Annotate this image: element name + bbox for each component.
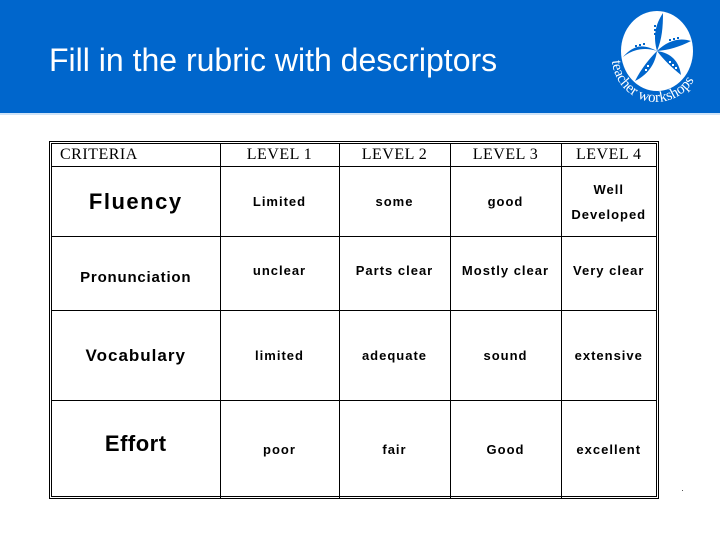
header-divider — [0, 113, 720, 115]
table-row: Pronunciation unclear Parts clear Mostly… — [52, 236, 656, 311]
descriptor-cell: limited — [219, 310, 340, 401]
descriptor-cell: Very clear — [560, 236, 656, 311]
slide-header: Fill in the rubric with descriptors teac… — [0, 0, 720, 113]
criterion-cell: Pronunciation — [52, 236, 221, 311]
descriptor-cell: unclear — [219, 236, 340, 311]
descriptor-cell: Limited — [219, 166, 340, 237]
header-level-3: LEVEL 3 — [449, 144, 562, 167]
stray-dot — [682, 490, 683, 491]
descriptor-cell: sound — [449, 310, 562, 401]
header-level-4: LEVEL 4 — [560, 144, 656, 167]
descriptor-cell: Mostly clear — [449, 236, 562, 311]
criterion-cell: Fluency — [52, 166, 221, 237]
header-criteria: CRITERIA — [52, 144, 221, 167]
table-row: Vocabulary limited adequate sound extens… — [52, 310, 656, 401]
table-row: Fluency Limited some good Well Developed — [52, 166, 656, 237]
table-row: Effort poor fair Good excellent — [52, 400, 656, 498]
starfish-logo-icon: teacher workshops — [608, 11, 698, 106]
descriptor-cell: poor — [219, 400, 340, 498]
descriptor-cell: some — [338, 166, 451, 237]
rubric-table: CRITERIA LEVEL 1 LEVEL 2 LEVEL 3 LEVEL 4… — [52, 144, 656, 498]
criterion-cell: Effort — [52, 400, 221, 498]
descriptor-cell: good — [449, 166, 562, 237]
rubric-table-frame: CRITERIA LEVEL 1 LEVEL 2 LEVEL 3 LEVEL 4… — [49, 141, 659, 499]
header-level-1: LEVEL 1 — [219, 144, 340, 167]
header-row: CRITERIA LEVEL 1 LEVEL 2 LEVEL 3 LEVEL 4 — [52, 144, 656, 167]
descriptor-cell: adequate — [338, 310, 451, 401]
descriptor-cell: Good — [449, 400, 562, 498]
slide-title: Fill in the rubric with descriptors — [49, 42, 498, 78]
descriptor-cell: fair — [338, 400, 451, 498]
descriptor-cell: Parts clear — [338, 236, 451, 311]
criterion-cell: Vocabulary — [52, 310, 221, 401]
descriptor-cell: Well Developed — [560, 166, 656, 237]
descriptor-cell: excellent — [560, 400, 656, 498]
header-level-2: LEVEL 2 — [338, 144, 451, 167]
descriptor-cell: extensive — [560, 310, 656, 401]
